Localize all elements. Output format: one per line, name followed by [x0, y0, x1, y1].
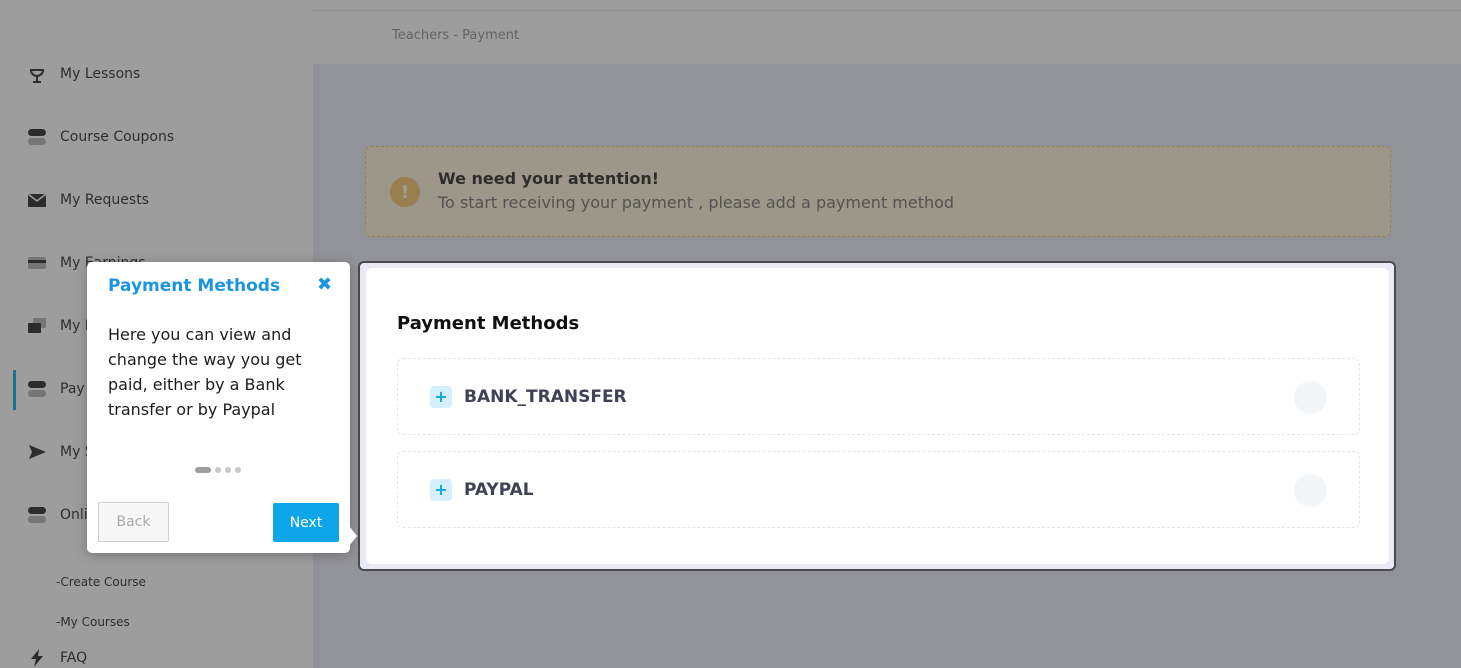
expand-toggle[interactable]: [1294, 381, 1327, 414]
step-dot[interactable]: [195, 467, 211, 473]
close-icon[interactable]: ✖: [317, 274, 332, 295]
payment-methods-card: Payment Methods + BANK_TRANSFER + PAYPAL: [366, 268, 1389, 564]
payment-method-label: BANK_TRANSFER: [464, 386, 627, 407]
payment-methods-title: Payment Methods: [397, 313, 580, 334]
step-dot[interactable]: [225, 467, 231, 473]
plus-icon: +: [430, 385, 452, 408]
next-button[interactable]: Next: [273, 503, 339, 542]
expand-toggle[interactable]: [1294, 474, 1327, 507]
payment-method-bank-transfer[interactable]: + BANK_TRANSFER: [397, 358, 1360, 435]
payment-method-paypal[interactable]: + PAYPAL: [397, 451, 1360, 528]
payment-method-label: PAYPAL: [464, 479, 534, 500]
plus-icon: +: [430, 478, 452, 501]
step-dot[interactable]: [235, 467, 241, 473]
popover-body: Here you can view and change the way you…: [108, 325, 302, 419]
step-indicator: [195, 467, 241, 473]
step-dot[interactable]: [215, 467, 221, 473]
tour-popover: Payment Methods ✖ Here you can view and …: [87, 262, 357, 553]
back-button[interactable]: Back: [98, 502, 169, 542]
popover-arrow: [349, 526, 357, 546]
popover-title: Payment Methods: [108, 276, 281, 296]
